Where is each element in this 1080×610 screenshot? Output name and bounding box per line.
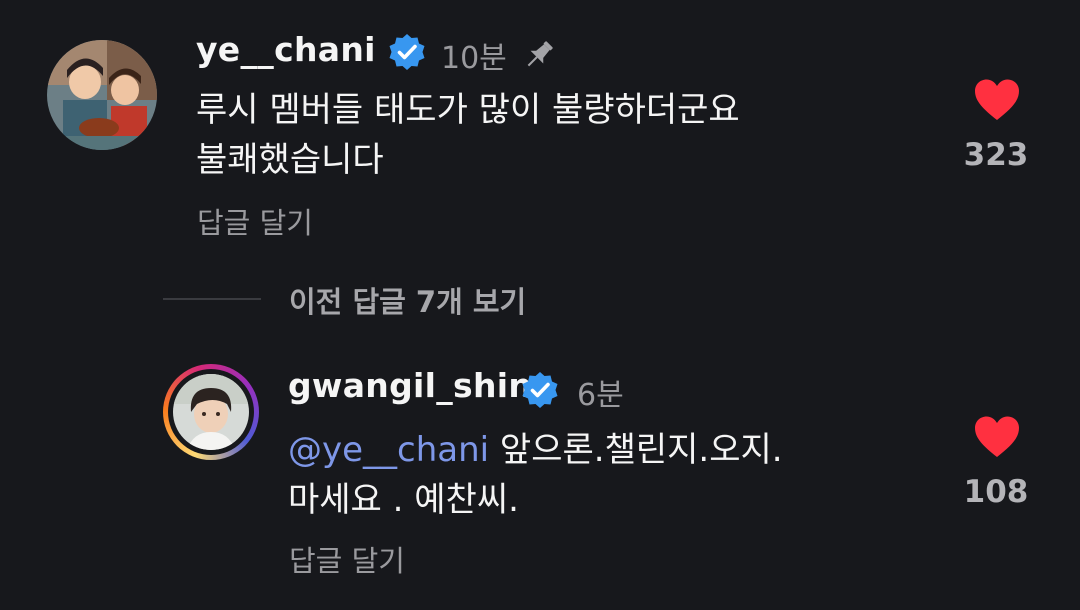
like-count: 108 xyxy=(963,474,1029,510)
view-previous-replies-button[interactable]: 이전 답글 7개 보기 xyxy=(289,279,526,321)
reply-text-rest: 앞으론.챌린지.오지. xyxy=(489,430,783,470)
reply-text-line: 마세요 . 예찬씨. xyxy=(288,480,519,520)
mention-link[interactable]: @ye__chani xyxy=(288,430,489,470)
replies-divider xyxy=(163,298,261,300)
like-heart-icon[interactable] xyxy=(973,78,1021,126)
comment-text-line: 루시 멤버들 태도가 많이 불량하더군요 xyxy=(196,90,740,130)
reply-text: @ye__chani 앞으론.챌린지.오지. 마세요 . 예찬씨. xyxy=(288,425,783,525)
reply-text-line: @ye__chani 앞으론.챌린지.오지. xyxy=(288,425,783,475)
timestamp: 6분 xyxy=(577,378,624,413)
pin-icon xyxy=(520,36,558,78)
avatar[interactable] xyxy=(163,364,259,460)
timestamp: 10분 xyxy=(441,41,507,76)
comment-text-line: 불쾌했습니다 xyxy=(196,140,384,180)
avatar[interactable] xyxy=(47,40,157,150)
like-count: 323 xyxy=(963,137,1029,173)
reply-button[interactable]: 답글 달기 xyxy=(197,200,313,242)
username[interactable]: gwangil_shin xyxy=(288,366,532,405)
like-heart-icon[interactable] xyxy=(973,415,1021,463)
username[interactable]: ye__chani xyxy=(196,30,376,69)
reply-button[interactable]: 답글 달기 xyxy=(289,538,405,580)
verified-badge-icon xyxy=(387,32,427,76)
comment-text: 루시 멤버들 태도가 많이 불량하더군요 불쾌했습니다 xyxy=(196,85,740,185)
verified-badge-icon xyxy=(520,370,560,414)
